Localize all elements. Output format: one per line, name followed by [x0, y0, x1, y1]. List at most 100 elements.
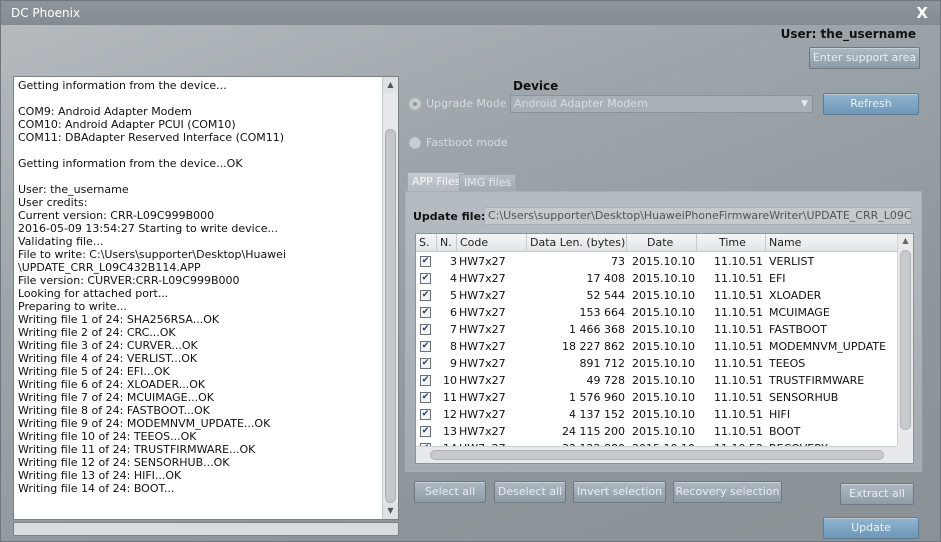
- cell-name: MODEMNVM_UPDATE: [769, 340, 887, 353]
- cell-date: 2015.10.10: [632, 306, 695, 319]
- log-line: Writing file 12 of 24: SENSORHUB...OK: [18, 456, 230, 469]
- tab-img-files[interactable]: IMG files: [459, 174, 517, 191]
- table-vscroll-thumb[interactable]: [900, 250, 911, 430]
- cell-len: 1 576 960: [569, 391, 625, 404]
- table-hscroll-thumb[interactable]: [430, 450, 884, 460]
- log-scrollbar[interactable]: ▲ ▼: [382, 77, 398, 519]
- table-row[interactable]: ✔ 5 HW7x27 52 544 2015.10.10 11.10.51 XLOADER: [416, 287, 898, 304]
- table-row[interactable]: ✔ 7 HW7x27 1 466 368 2015.10.10 11.10.51 FASTB…: [416, 321, 898, 338]
- update-file-field[interactable]: C:\Users\supporter\Desktop\HuaweiPhoneFi…: [484, 207, 912, 225]
- table-row[interactable]: ✔ 4 HW7x27 17 408 2015.10.10 11.10.51 EFI: [416, 270, 898, 287]
- cell-time: 11.10.51: [714, 425, 763, 438]
- table-row[interactable]: ✔ 10 HW7x27 49 728 2015.10.10 11.10.51 TRUSTFI…: [416, 372, 898, 389]
- cell-code: HW7x27: [459, 289, 506, 302]
- cell-code: HW7x27: [459, 340, 506, 353]
- cell-time: 11.10.51: [714, 289, 763, 302]
- row-checkbox[interactable]: ✔: [420, 256, 431, 267]
- radio-icon[interactable]: [409, 97, 421, 110]
- log-scroll-thumb[interactable]: [385, 129, 396, 503]
- log-line: Validating file...: [18, 235, 104, 248]
- row-checkbox[interactable]: ✔: [420, 375, 431, 386]
- cell-date: 2015.10.10: [632, 255, 695, 268]
- log-line: COM10: Android Adapter PCUI (COM10): [18, 118, 236, 131]
- recovery-selection-button[interactable]: Recovery selection: [673, 481, 782, 503]
- column-header-data-len[interactable]: Data Len. (bytes): [527, 234, 627, 252]
- row-checkbox[interactable]: ✔: [420, 307, 431, 318]
- tab-app-files[interactable]: APP Files: [407, 172, 466, 191]
- log-panel: Getting information from the device... CO…: [13, 76, 399, 520]
- cell-time: 11.10.51: [714, 408, 763, 421]
- title-bar: DC Phoenix X: [1, 1, 940, 25]
- enter-support-area-button[interactable]: Enter support area: [809, 47, 920, 69]
- log-line: Preparing to write...: [18, 300, 127, 313]
- scroll-up-icon[interactable]: ▲: [898, 234, 913, 248]
- cell-date: 2015.10.10: [632, 323, 695, 336]
- cell-len: 52 544: [586, 289, 626, 302]
- cell-n: 8: [450, 340, 457, 353]
- upgrade-mode-radio[interactable]: Upgrade Mode: [409, 97, 507, 110]
- table-row[interactable]: ✔ 12 HW7x27 4 137 152 2015.10.10 11.10.51 HIFI: [416, 406, 898, 423]
- cell-date: 2015.10.10: [632, 340, 695, 353]
- chevron-down-icon[interactable]: ▼: [801, 96, 808, 112]
- deselect-all-button[interactable]: Deselect all: [494, 481, 566, 503]
- select-all-button[interactable]: Select all: [414, 481, 486, 503]
- cell-len: 891 712: [579, 357, 626, 370]
- log-line: User credits:: [18, 196, 88, 209]
- log-line: Getting information from the device...: [18, 79, 227, 92]
- log-line: \UPDATE_CRR_L09C432B114.APP: [18, 261, 201, 274]
- device-select[interactable]: Android Adapter Modem ▼: [510, 95, 813, 113]
- invert-selection-button[interactable]: Invert selection: [573, 481, 666, 503]
- upgrade-mode-label: Upgrade Mode: [426, 97, 507, 110]
- column-header-date[interactable]: Date: [627, 234, 697, 252]
- cell-n: 5: [450, 289, 457, 302]
- row-checkbox[interactable]: ✔: [420, 392, 431, 403]
- table-row[interactable]: ✔ 11 HW7x27 1 576 960 2015.10.10 11.10.51 SENS…: [416, 389, 898, 406]
- log-line: Writing file 7 of 24: MCUIMAGE...OK: [18, 391, 214, 404]
- close-icon[interactable]: X: [916, 4, 928, 22]
- table-row[interactable]: ✔ 6 HW7x27 153 664 2015.10.10 11.10.51 MCUIMAG…: [416, 304, 898, 321]
- extract-all-button[interactable]: Extract all: [840, 483, 914, 505]
- window-title: DC Phoenix: [11, 6, 81, 20]
- row-checkbox[interactable]: ✔: [420, 273, 431, 284]
- row-checkbox[interactable]: ✔: [420, 409, 431, 420]
- column-header-code[interactable]: Code: [457, 234, 527, 252]
- log-line: Writing file 2 of 24: CRC...OK: [18, 326, 176, 339]
- column-header-name[interactable]: Name: [766, 234, 898, 252]
- row-checkbox[interactable]: ✔: [420, 426, 431, 437]
- cell-date: 2015.10.10: [632, 425, 695, 438]
- table-hscrollbar[interactable]: [416, 446, 898, 463]
- cell-len: 24 115 200: [562, 425, 625, 438]
- scroll-up-icon[interactable]: ▲: [383, 77, 398, 93]
- cell-len: 1 466 368: [569, 323, 625, 336]
- scroll-down-icon[interactable]: ▼: [383, 503, 398, 519]
- table-vscrollbar[interactable]: ▲: [897, 234, 913, 447]
- cell-date: 2015.10.10: [632, 391, 695, 404]
- cell-name: TEEOS: [769, 357, 806, 370]
- table-row[interactable]: ✔ 13 HW7x27 24 115 200 2015.10.10 11.10.51 BOO…: [416, 423, 898, 440]
- update-button[interactable]: Update: [823, 517, 919, 539]
- cell-n: 7: [450, 323, 457, 336]
- row-checkbox[interactable]: ✔: [420, 290, 431, 301]
- refresh-button[interactable]: Refresh: [823, 93, 919, 115]
- cell-len: 49 728: [586, 374, 626, 387]
- row-checkbox[interactable]: ✔: [420, 341, 431, 352]
- log-line: Writing file 14 of 24: BOOT...: [18, 482, 175, 495]
- cell-n: 9: [450, 357, 457, 370]
- table-row[interactable]: ✔ 8 HW7x27 18 227 862 2015.10.10 11.10.51 MODE…: [416, 338, 898, 355]
- row-checkbox[interactable]: ✔: [420, 358, 431, 369]
- log-line: COM11: DBAdapter Reserved Interface (COM…: [18, 131, 285, 144]
- table-row[interactable]: ✔ 3 HW7x27 73 2015.10.10 11.10.51 VERLIST: [416, 253, 898, 270]
- log-line: Writing file 3 of 24: CURVER...OK: [18, 339, 198, 352]
- cell-len: 18 227 862: [562, 340, 625, 353]
- table-row[interactable]: ✔ 9 HW7x27 891 712 2015.10.10 11.10.51 TEEOS: [416, 355, 898, 372]
- column-header-s[interactable]: S.: [416, 234, 437, 252]
- cell-time: 11.10.51: [714, 306, 763, 319]
- log-line: Writing file 9 of 24: MODEMNVM_UPDATE...…: [18, 417, 271, 430]
- radio-icon[interactable]: [409, 136, 421, 149]
- column-header-n[interactable]: N.: [437, 234, 457, 252]
- column-header-time[interactable]: Time: [697, 234, 766, 252]
- row-checkbox[interactable]: ✔: [420, 324, 431, 335]
- fastboot-mode-label: Fastboot mode: [426, 136, 508, 149]
- cell-date: 2015.10.10: [632, 408, 695, 421]
- fastboot-mode-radio[interactable]: Fastboot mode: [409, 136, 508, 149]
